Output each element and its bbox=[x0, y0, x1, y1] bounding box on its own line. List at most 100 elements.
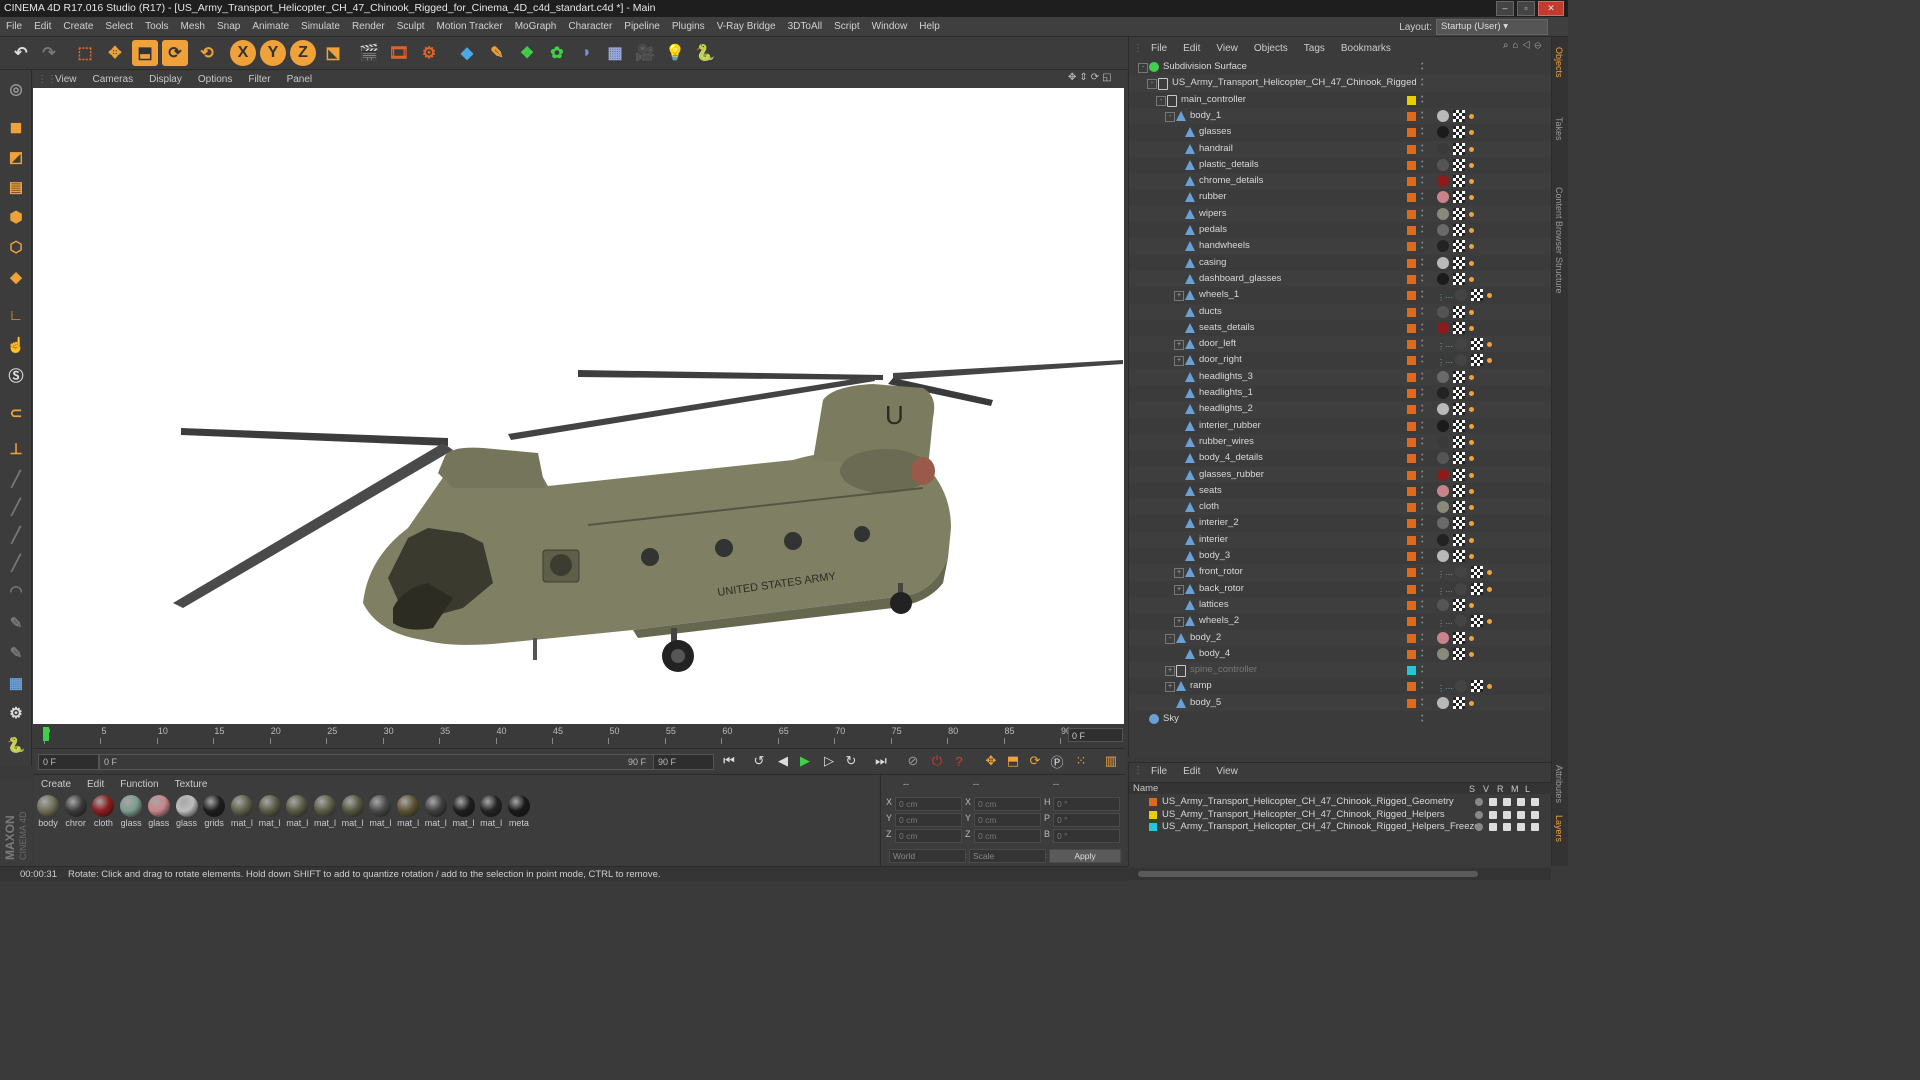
layer-manager-toggle[interactable] bbox=[1517, 823, 1525, 831]
layer-menu-edit[interactable]: Edit bbox=[1175, 765, 1208, 779]
material-swatch[interactable]: mat_l bbox=[257, 795, 283, 828]
layer-color-swatch[interactable] bbox=[1407, 437, 1416, 447]
layer-menu-file[interactable]: File bbox=[1143, 765, 1175, 779]
material-swatch[interactable]: glass bbox=[146, 795, 172, 828]
texture-tag-icon[interactable] bbox=[1453, 224, 1465, 236]
weight-tag-icon[interactable] bbox=[1487, 358, 1492, 364]
menu-help[interactable]: Help bbox=[913, 21, 946, 32]
visibility-dots[interactable]: • • bbox=[1421, 224, 1425, 236]
keyframe-selection-icon[interactable]: ? bbox=[949, 751, 969, 771]
weight-tag-icon[interactable] bbox=[1469, 488, 1474, 494]
texture-tag-icon[interactable] bbox=[1453, 305, 1465, 318]
material-tag-icon[interactable] bbox=[1437, 501, 1449, 514]
expand-icon[interactable]: + bbox=[1174, 568, 1184, 579]
layer-col-header[interactable]: S bbox=[1469, 783, 1475, 795]
play-icon[interactable]: ▶ bbox=[795, 751, 815, 771]
object-menu-objects[interactable]: Objects bbox=[1246, 43, 1296, 54]
go-to-end-icon[interactable]: ⏭ bbox=[871, 751, 891, 771]
position-field[interactable]: 0 cm bbox=[895, 829, 962, 843]
material-tag-icon[interactable] bbox=[1437, 207, 1449, 220]
texture-tag-icon[interactable] bbox=[1453, 484, 1465, 497]
weight-tag-icon[interactable] bbox=[1469, 195, 1474, 201]
material-tag-icon[interactable] bbox=[1437, 109, 1449, 122]
close-button[interactable]: ✕ bbox=[1538, 1, 1564, 16]
layer-color-swatch[interactable] bbox=[1407, 617, 1416, 627]
layer-color-swatch[interactable] bbox=[1407, 470, 1416, 480]
sculpt-flatten-icon[interactable]: ◠ bbox=[3, 578, 29, 604]
weight-tag-icon[interactable] bbox=[1469, 113, 1474, 119]
object-row[interactable]: body_5 • • bbox=[1129, 694, 1552, 711]
sculpt-mask-icon[interactable]: ✎ bbox=[3, 640, 29, 666]
material-tag-icon[interactable] bbox=[1455, 566, 1467, 579]
layer-col-header[interactable]: V bbox=[1483, 783, 1489, 795]
visibility-dots[interactable]: • • bbox=[1421, 583, 1425, 595]
material-tag-icon[interactable] bbox=[1437, 321, 1449, 334]
visibility-dots[interactable]: • • bbox=[1421, 615, 1425, 627]
material-tag-icon[interactable] bbox=[1437, 387, 1449, 399]
visibility-dots[interactable]: • • bbox=[1421, 485, 1425, 497]
collapse-icon[interactable]: - bbox=[1147, 79, 1157, 90]
layer-color-swatch[interactable] bbox=[1407, 242, 1416, 252]
visibility-dots[interactable]: • • bbox=[1421, 289, 1425, 301]
weight-tag-icon[interactable] bbox=[1469, 325, 1474, 331]
material-swatch[interactable]: mat_l bbox=[395, 795, 421, 828]
texture-tag-icon[interactable] bbox=[1471, 615, 1483, 628]
weight-tag-icon[interactable] bbox=[1469, 179, 1474, 185]
make-editable-icon[interactable]: ◎ bbox=[3, 76, 29, 102]
model-mode-icon[interactable]: ◼ bbox=[3, 114, 29, 140]
weight-tag-icon[interactable] bbox=[1469, 635, 1474, 641]
axis-mode-icon[interactable]: ∟ bbox=[3, 302, 29, 328]
material-tag-icon[interactable] bbox=[1437, 191, 1449, 204]
live-selection-icon[interactable]: ⬚ bbox=[72, 40, 98, 66]
visibility-dots[interactable]: • • bbox=[1421, 257, 1425, 269]
undo-icon[interactable]: ↶ bbox=[8, 40, 34, 66]
layer-color-swatch[interactable] bbox=[1407, 111, 1416, 121]
layer-color-swatch[interactable] bbox=[1407, 666, 1416, 676]
object-row[interactable]: cloth • • bbox=[1129, 499, 1552, 516]
material-menu-texture[interactable]: Texture bbox=[167, 777, 216, 793]
layer-color-swatch[interactable] bbox=[1407, 568, 1416, 578]
texture-tag-icon[interactable] bbox=[1453, 256, 1465, 269]
material-tag-icon[interactable] bbox=[1437, 435, 1449, 448]
weight-tag-icon[interactable] bbox=[1469, 276, 1474, 282]
texture-tag-icon[interactable] bbox=[1453, 387, 1465, 399]
side-tab-content-browser[interactable]: Content Browser bbox=[1554, 187, 1564, 254]
layer-manager-toggle[interactable] bbox=[1517, 810, 1525, 819]
render-view-icon[interactable]: 🎬 bbox=[356, 40, 382, 66]
material-tag-icon[interactable] bbox=[1455, 354, 1467, 367]
visibility-dots[interactable]: • • bbox=[1421, 534, 1425, 546]
weight-tag-icon[interactable] bbox=[1469, 700, 1474, 706]
visibility-dots[interactable]: • • bbox=[1421, 420, 1425, 432]
layer-color-swatch[interactable] bbox=[1407, 649, 1416, 659]
object-row[interactable]: + spine_controller • • bbox=[1129, 662, 1552, 679]
viewport-menu-filter[interactable]: Filter bbox=[240, 74, 278, 85]
record-keys-icon[interactable]: ⊘ bbox=[903, 751, 923, 771]
visibility-dots[interactable]: • • bbox=[1421, 61, 1425, 73]
layer-color-swatch[interactable] bbox=[1407, 226, 1416, 235]
timeline-window-icon[interactable]: ▥ bbox=[1101, 751, 1121, 771]
timeline[interactable]: 051015202530354045505560657075808590 0 F bbox=[33, 724, 1125, 748]
layer-color-swatch[interactable] bbox=[1407, 193, 1416, 203]
object-row[interactable]: + front_rotor • • ⋮⋯ bbox=[1129, 564, 1552, 581]
weight-tag-icon[interactable] bbox=[1469, 521, 1474, 527]
material-swatch[interactable]: mat_l bbox=[229, 795, 255, 828]
visibility-dots[interactable]: • • bbox=[1421, 697, 1425, 709]
material-swatch[interactable]: body bbox=[35, 795, 61, 828]
weight-tag-icon[interactable] bbox=[1469, 228, 1474, 233]
menu-pipeline[interactable]: Pipeline bbox=[618, 21, 666, 32]
object-manager-tools[interactable]: ⌕⌂◁⊖ bbox=[1503, 40, 1545, 51]
object-row[interactable]: interier_rubber • • bbox=[1129, 418, 1552, 434]
previous-frame-icon[interactable]: ◀ bbox=[773, 751, 793, 771]
auto-keying-icon[interactable]: ⏻ bbox=[927, 751, 947, 771]
layer-color-swatch[interactable] bbox=[1407, 633, 1416, 643]
layer-horizontal-scrollbar[interactable] bbox=[1128, 868, 1551, 880]
rotation-field[interactable]: 0 ° bbox=[1053, 813, 1120, 827]
material-tag-icon[interactable] bbox=[1437, 126, 1449, 139]
texture-tag-icon[interactable] bbox=[1453, 240, 1465, 253]
y-axis-lock-icon[interactable]: Y bbox=[260, 40, 286, 66]
weight-tag-icon[interactable] bbox=[1469, 456, 1474, 462]
visibility-dots[interactable]: • • bbox=[1421, 664, 1425, 676]
object-row[interactable]: plastic_details • • bbox=[1129, 157, 1552, 173]
material-tag-icon[interactable] bbox=[1437, 533, 1449, 546]
visibility-dots[interactable]: • • bbox=[1421, 191, 1425, 203]
